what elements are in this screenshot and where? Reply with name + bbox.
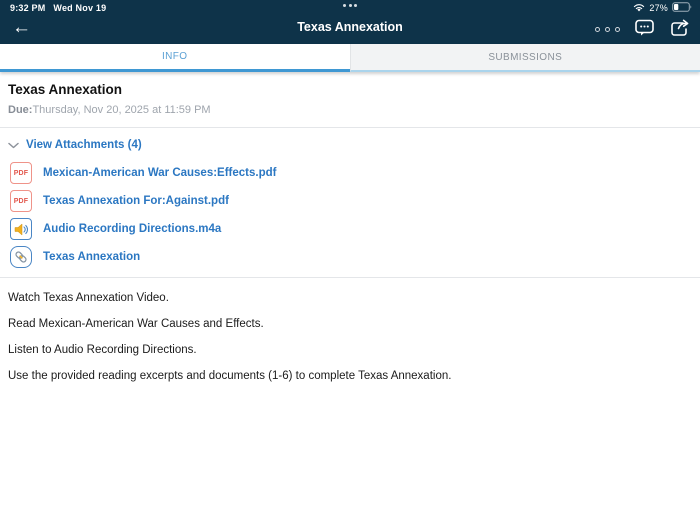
description-line: Watch Texas Annexation Video. <box>8 292 692 304</box>
status-right: 27% <box>633 2 692 14</box>
tab-submissions[interactable]: SUBMISSIONS <box>350 44 700 72</box>
divider <box>0 127 700 128</box>
attachment-row-pdf-2[interactable]: PDF Texas Annexation For:Against.pdf <box>10 187 692 215</box>
status-bar: 9:32 PM Wed Nov 19 27% <box>0 0 700 14</box>
app-header: 9:32 PM Wed Nov 19 27% <box>0 0 700 44</box>
pdf-icon: PDF <box>10 162 32 184</box>
divider <box>0 277 700 278</box>
nav-actions <box>595 14 690 44</box>
view-attachments-label: View Attachments (4) <box>26 139 142 151</box>
due-date-line: Due:Thursday, Nov 20, 2025 at 11:59 PM <box>8 104 692 116</box>
tab-bar: INFO SUBMISSIONS <box>0 44 700 72</box>
comments-icon <box>635 19 655 40</box>
battery-icon <box>672 2 692 14</box>
nav-bar: ← Texas Annexation <box>0 14 700 44</box>
clock: 9:32 PM <box>10 3 45 13</box>
attachment-label: Texas Annexation <box>43 251 140 263</box>
description-line: Read Mexican-American War Causes and Eff… <box>8 318 692 330</box>
chevron-down-icon <box>8 137 19 152</box>
view-attachments-toggle[interactable]: View Attachments (4) <box>8 137 142 152</box>
status-date: Wed Nov 19 <box>53 3 106 13</box>
description-line: Listen to Audio Recording Directions. <box>8 344 692 356</box>
tab-info[interactable]: INFO <box>0 44 350 72</box>
attachment-row-audio[interactable]: Audio Recording Directions.m4a <box>10 215 692 243</box>
link-icon <box>10 246 32 268</box>
more-options-icon <box>595 27 600 32</box>
multitask-dots-icon <box>343 4 357 7</box>
more-options-button[interactable] <box>595 27 620 32</box>
attachments-list: PDF Mexican-American War Causes:Effects.… <box>10 159 692 271</box>
attachment-label: Audio Recording Directions.m4a <box>43 223 221 235</box>
pdf-icon: PDF <box>10 190 32 212</box>
attachment-label: Mexican-American War Causes:Effects.pdf <box>43 167 276 179</box>
assignment-info-panel: Texas Annexation Due:Thursday, Nov 20, 2… <box>0 82 700 382</box>
battery-percent: 27% <box>649 3 668 13</box>
assignment-title: Texas Annexation <box>8 82 692 97</box>
audio-icon <box>10 218 32 240</box>
due-value: Thursday, Nov 20, 2025 at 11:59 PM <box>32 104 210 116</box>
assignment-description: Watch Texas Annexation Video. Read Mexic… <box>8 292 692 382</box>
share-button[interactable] <box>670 19 690 40</box>
attachment-row-pdf-1[interactable]: PDF Mexican-American War Causes:Effects.… <box>10 159 692 187</box>
status-left: 9:32 PM Wed Nov 19 <box>10 3 106 13</box>
attachment-label: Texas Annexation For:Against.pdf <box>43 195 229 207</box>
description-line: Use the provided reading excerpts and do… <box>8 370 692 382</box>
share-icon <box>670 19 690 40</box>
comments-button[interactable] <box>635 19 655 40</box>
attachment-row-link[interactable]: Texas Annexation <box>10 243 692 271</box>
due-label: Due: <box>8 104 32 116</box>
wifi-icon <box>633 3 645 14</box>
